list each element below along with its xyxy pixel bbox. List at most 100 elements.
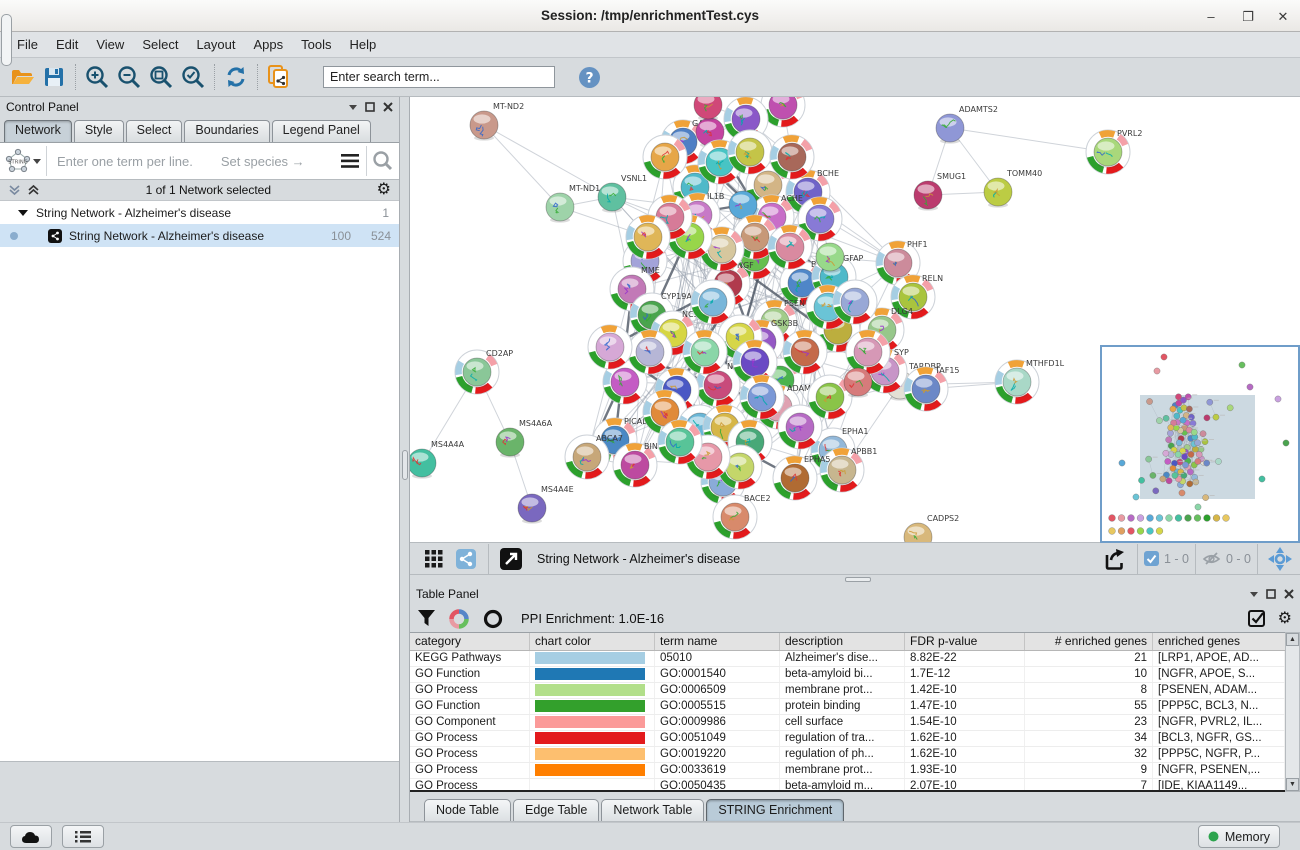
network-node[interactable]: BIN1 <box>613 442 663 487</box>
network-node[interactable]: TAF15 <box>904 366 960 411</box>
minimize-button[interactable]: – <box>1196 9 1226 25</box>
col-chart-color[interactable]: chart color <box>530 633 655 650</box>
zoom-out-button[interactable] <box>113 62 145 92</box>
scroll-up-button[interactable]: ▲ <box>1286 633 1299 646</box>
tab-node-table[interactable]: Node Table <box>424 799 511 821</box>
tab-boundaries[interactable]: Boundaries <box>184 120 269 142</box>
menu-view[interactable]: View <box>87 32 133 57</box>
network-node[interactable] <box>626 215 670 259</box>
table-row[interactable]: GO ProcessGO:0006509membrane prot...1.42… <box>410 683 1285 699</box>
scroll-down-button[interactable]: ▼ <box>1286 778 1299 791</box>
network-node[interactable] <box>643 135 687 179</box>
scrollbar-thumb[interactable] <box>1 14 12 66</box>
maximize-button[interactable]: ❐ <box>1233 9 1263 25</box>
tab-select[interactable]: Select <box>126 120 183 142</box>
network-node[interactable] <box>846 330 890 374</box>
grid-view-button[interactable] <box>418 544 450 574</box>
tab-string-enrichment[interactable]: STRING Enrichment <box>706 799 844 821</box>
task-history-button[interactable] <box>62 825 104 848</box>
table-row[interactable]: GO ProcessGO:0051049regulation of tra...… <box>410 731 1285 747</box>
export-network-button[interactable] <box>1099 544 1131 574</box>
network-node[interactable]: MT-ND2 <box>470 102 524 141</box>
share-view-button[interactable] <box>450 544 482 574</box>
select-columns-icon[interactable] <box>1248 610 1266 628</box>
network-node[interactable]: BACE2 <box>713 494 771 539</box>
float-panel-icon[interactable] <box>1266 589 1276 599</box>
network-node[interactable]: PVRL2 <box>1086 129 1142 174</box>
collapse-all-icon[interactable] <box>8 184 21 196</box>
float-panel-icon[interactable] <box>365 102 375 112</box>
network-row[interactable]: String Network - Alzheimer's disease 100… <box>0 224 399 247</box>
network-node[interactable] <box>694 97 722 121</box>
network-node[interactable] <box>628 330 672 374</box>
col-description[interactable]: description <box>780 633 905 650</box>
table-row[interactable]: GO FunctionGO:0005515protein binding1.47… <box>410 699 1285 715</box>
panel-menu-icon[interactable] <box>349 105 357 110</box>
tab-edge-table[interactable]: Edge Table <box>513 799 599 821</box>
table-row[interactable]: GO FunctionGO:0001540beta-amyloid bi...1… <box>410 667 1285 683</box>
network-node[interactable] <box>740 375 784 419</box>
network-node[interactable]: APBB1 <box>820 447 877 492</box>
col-genes[interactable]: enriched genes <box>1153 633 1285 650</box>
filter-icon[interactable] <box>418 610 435 627</box>
network-node[interactable]: MS4A6A <box>496 419 553 458</box>
network-node[interactable]: MT-ND1 <box>546 184 600 223</box>
table-scrollbar[interactable]: ▲ ▼ <box>1285 632 1300 792</box>
network-from-file-button[interactable] <box>263 62 295 92</box>
menu-edit[interactable]: Edit <box>47 32 87 57</box>
tree-expand-icon[interactable] <box>18 210 28 216</box>
table-row[interactable]: GO ComponentGO:0009986cell surface1.54E-… <box>410 715 1285 731</box>
navigate-button[interactable] <box>1264 544 1296 574</box>
network-node[interactable] <box>768 225 812 269</box>
network-node[interactable] <box>783 330 827 374</box>
network-node[interactable] <box>658 420 702 464</box>
splitter-handle[interactable] <box>845 577 871 582</box>
network-node[interactable] <box>588 325 632 369</box>
network-node[interactable]: CD2AP <box>455 349 513 394</box>
zoom-in-button[interactable] <box>81 62 113 92</box>
network-node[interactable] <box>833 280 877 324</box>
network-node[interactable]: MTHFD1L <box>995 359 1065 404</box>
tab-network[interactable]: Network <box>4 120 72 142</box>
network-node[interactable]: TOMM40 <box>984 169 1042 208</box>
table-row[interactable]: GO ProcessGO:0033619membrane prot...1.93… <box>410 763 1285 779</box>
network-collection-row[interactable]: String Network - Alzheimer's disease 1 <box>0 201 399 224</box>
memory-button[interactable]: Memory <box>1198 825 1280 848</box>
network-node[interactable] <box>728 130 772 174</box>
set-species-label[interactable]: Set species → <box>221 154 305 169</box>
expand-all-icon[interactable] <box>27 184 40 196</box>
menu-select[interactable]: Select <box>133 32 187 57</box>
panel-menu-icon[interactable] <box>1250 592 1258 597</box>
menu-layout[interactable]: Layout <box>187 32 244 57</box>
gear-icon[interactable]: ⚙ <box>377 182 391 198</box>
menu-help[interactable]: Help <box>341 32 386 57</box>
string-protocol-selector[interactable]: STRING <box>0 148 46 174</box>
string-options-button[interactable] <box>334 146 366 176</box>
network-node[interactable] <box>683 330 727 374</box>
table-row[interactable]: GO ProcessGO:0050435beta-amyloid m...2.0… <box>410 779 1285 792</box>
help-button[interactable]: ? <box>573 62 605 92</box>
tab-legend-panel[interactable]: Legend Panel <box>272 120 371 142</box>
close-panel-icon[interactable] <box>1284 589 1294 599</box>
network-node[interactable]: MS4A4A <box>410 440 465 479</box>
col-num-genes[interactable]: # enriched genes <box>1025 633 1153 650</box>
menu-tools[interactable]: Tools <box>292 32 340 57</box>
string-query-placeholder[interactable]: Enter one term per line. <box>57 154 193 169</box>
ring-chart-icon[interactable] <box>483 609 503 629</box>
detach-view-button[interactable] <box>495 544 527 574</box>
table-row[interactable]: GO ProcessGO:0019220regulation of ph...1… <box>410 747 1285 763</box>
birds-eye-view[interactable] <box>1100 345 1300 543</box>
zoom-fit-button[interactable] <box>145 62 177 92</box>
close-button[interactable]: ✕ <box>1268 9 1298 25</box>
save-session-button[interactable] <box>38 62 70 92</box>
network-node[interactable] <box>691 280 735 324</box>
menu-file[interactable]: File <box>8 32 47 57</box>
zoom-selected-button[interactable] <box>177 62 209 92</box>
tab-style[interactable]: Style <box>74 120 124 142</box>
splitter-handle[interactable] <box>402 450 408 480</box>
col-term-name[interactable]: term name <box>655 633 780 650</box>
network-node[interactable]: CADPS2 <box>904 514 959 543</box>
col-fdr[interactable]: FDR p-value <box>905 633 1025 650</box>
network-node[interactable]: SMUG1 <box>914 172 966 211</box>
network-node[interactable]: ADAMTS2 <box>936 105 998 144</box>
